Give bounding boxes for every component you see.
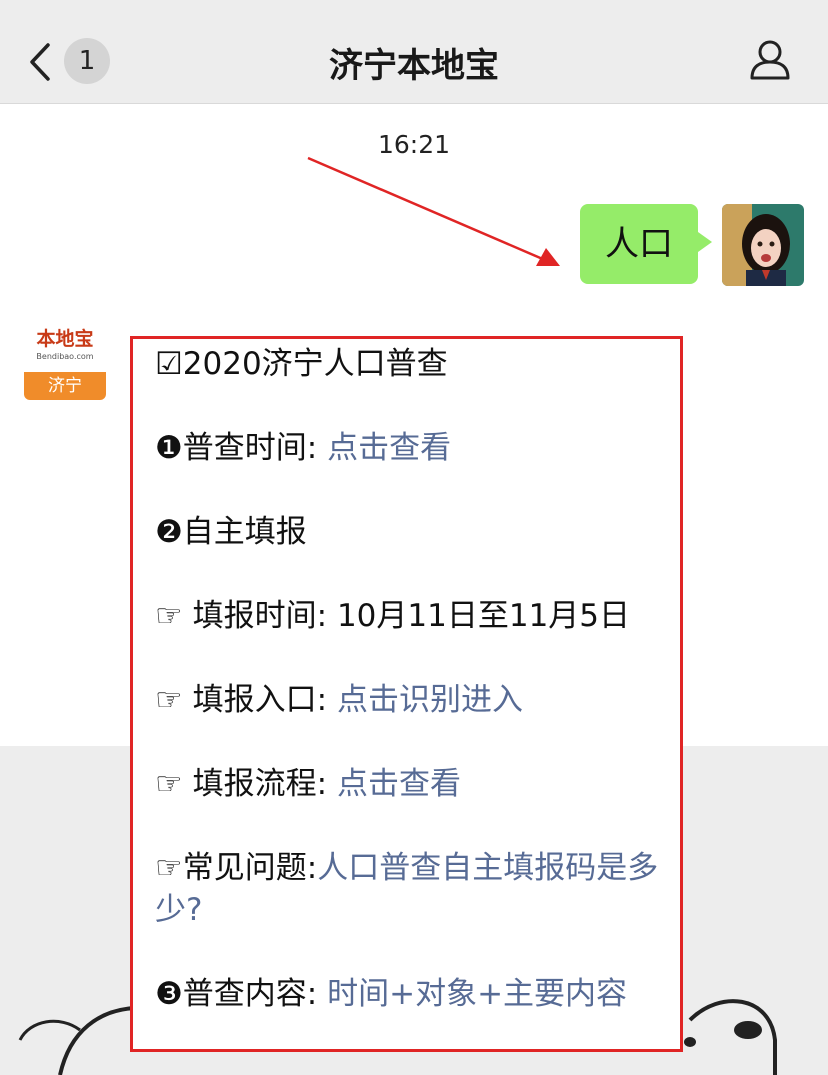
user-avatar[interactable] <box>722 204 804 286</box>
census-content-link[interactable]: 时间+对象+主要内容 <box>327 976 627 1012</box>
fill-time-value: 10月11日至11月5日 <box>336 598 631 634</box>
chat-title: 济宁本地宝 <box>329 46 499 86</box>
faq-row: ☞常见问题:人口普查自主填报码是多少? <box>155 847 667 931</box>
reply-header: ☑2020济宁人口普查 <box>155 346 448 382</box>
fill-time-row: ☞ 填报时间: 10月11日至11月5日 <box>155 595 667 637</box>
sent-message-bubble[interactable]: 人口 <box>580 204 712 284</box>
faq-label: ☞常见问题: <box>155 850 318 886</box>
self-fill-heading: ❷自主填报 <box>155 514 307 550</box>
census-time-link[interactable]: 点击查看 <box>327 430 451 466</box>
account-avatar[interactable]: 本地宝 Bendibao.com 济宁 <box>24 318 106 400</box>
account-logo-sub: Bendibao.com <box>36 352 94 361</box>
navbar: 1 济宁本地宝 <box>0 0 828 104</box>
fill-time-label: ☞ 填报时间: <box>155 598 328 634</box>
fill-flow-row: ☞ 填报流程: 点击查看 <box>155 763 667 805</box>
census-time-label: ❶普查时间: <box>155 430 318 466</box>
fill-entry-row: ☞ 填报入口: 点击识别进入 <box>155 679 667 721</box>
census-content-label: ❸普查内容: <box>155 976 318 1012</box>
fill-entry-link[interactable]: 点击识别进入 <box>337 682 523 718</box>
person-icon[interactable] <box>748 38 792 82</box>
fill-flow-link[interactable]: 点击查看 <box>337 766 461 802</box>
message-timestamp: 16:21 <box>377 130 451 159</box>
fill-entry-label: ☞ 填报入口: <box>155 682 328 718</box>
reply-message-card: ☑2020济宁人口普查 ❶普查时间: 点击查看 ❷自主填报 ☞ 填报时间: 10… <box>130 336 683 1052</box>
fill-flow-label: ☞ 填报流程: <box>155 766 328 802</box>
account-logo-text: 本地宝 <box>36 328 94 350</box>
census-content-row: ❸普查内容: 时间+对象+主要内容 <box>155 973 667 1015</box>
census-time-row: ❶普查时间: 点击查看 <box>155 427 667 469</box>
account-city-label: 济宁 <box>24 372 106 400</box>
